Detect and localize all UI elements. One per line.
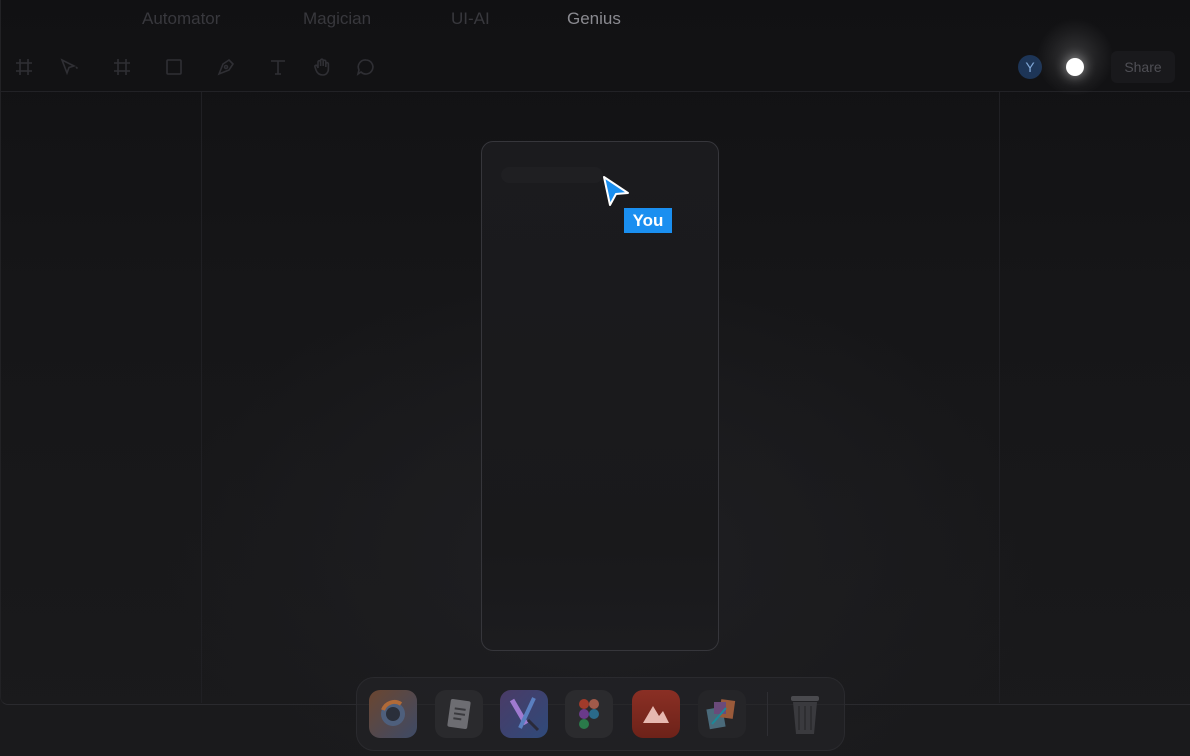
text-icon[interactable] [267, 56, 289, 78]
dock-divider [767, 692, 768, 736]
tab-bar: Automator Magician UI-AI Genius [1, 0, 1190, 40]
share-button[interactable]: Share [1111, 51, 1175, 83]
figma-app-icon[interactable] [565, 690, 613, 738]
layers-panel [1, 92, 202, 703]
collage-app-icon[interactable] [698, 690, 746, 738]
dock [356, 677, 845, 751]
app-window: Automator Magician UI-AI Genius Y Share … [0, 0, 1190, 705]
rectangle-icon[interactable] [163, 56, 185, 78]
trash-icon[interactable] [781, 690, 829, 738]
comment-icon[interactable] [355, 56, 377, 78]
theme-toggle-glow [1036, 18, 1114, 96]
phone-placeholder-bar [501, 167, 603, 183]
frame-grid-icon[interactable] [13, 56, 35, 78]
tab-ui-ai[interactable]: UI-AI [451, 9, 490, 29]
phone-frame[interactable] [481, 141, 719, 651]
collaborator-cursor-label: You [624, 208, 672, 233]
tab-genius[interactable]: Genius [567, 9, 621, 29]
toolbar: Y Share [1, 18, 1190, 96]
browser-app-icon[interactable] [369, 690, 417, 738]
pen-icon[interactable] [215, 56, 237, 78]
frame-icon[interactable] [111, 56, 133, 78]
notes-app-icon[interactable] [435, 690, 483, 738]
collaborator-cursor-icon [603, 176, 629, 206]
tab-automator[interactable]: Automator [142, 9, 220, 29]
delta-app-icon[interactable] [632, 690, 680, 738]
theme-toggle[interactable] [1066, 58, 1084, 76]
tab-magician[interactable]: Magician [303, 9, 371, 29]
hand-icon[interactable] [311, 56, 333, 78]
design-app-icon[interactable] [500, 690, 548, 738]
move-pointer-icon[interactable] [57, 56, 79, 78]
properties-panel [999, 92, 1190, 703]
